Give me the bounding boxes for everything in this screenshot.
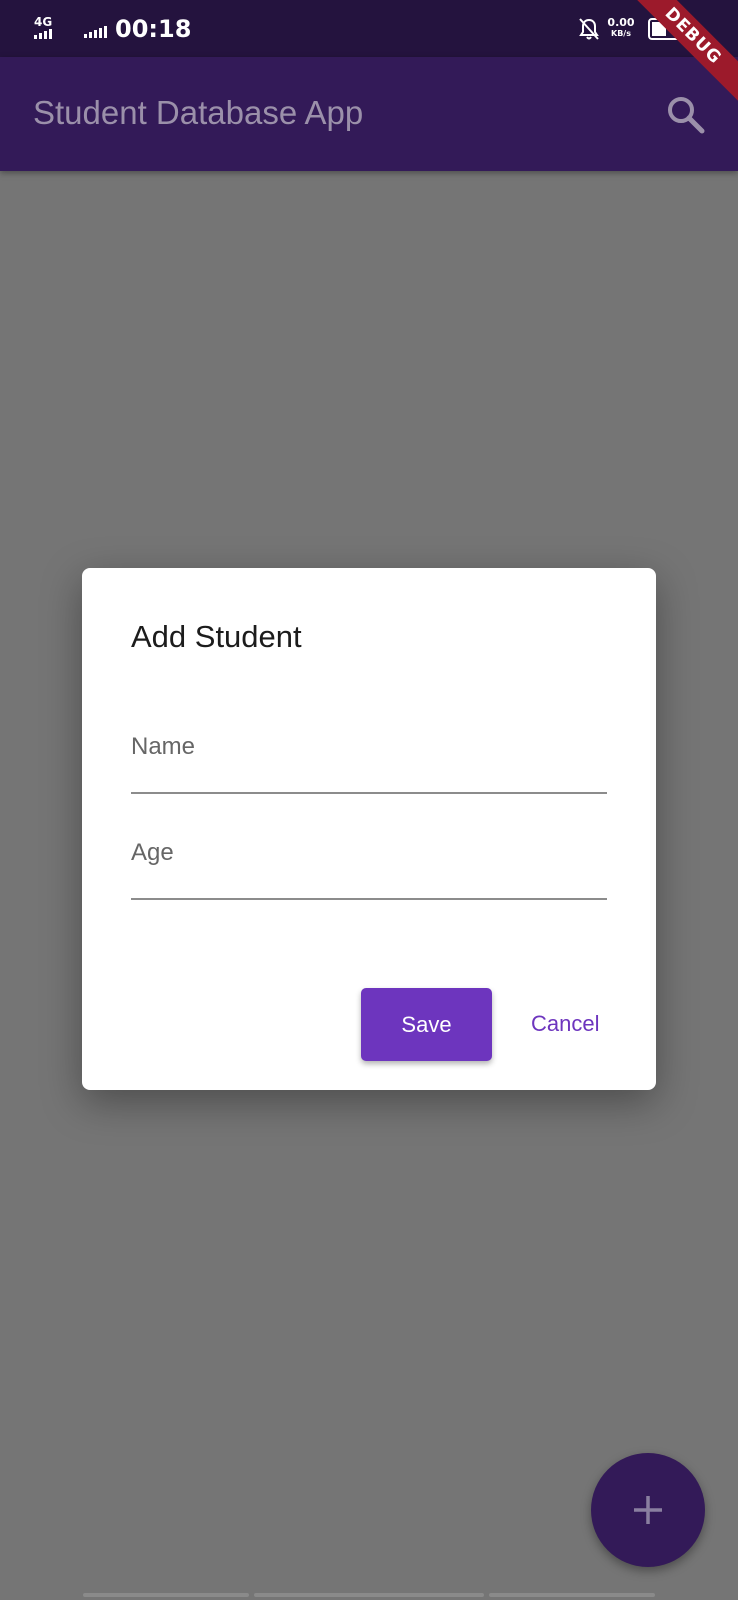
battery-icon (648, 18, 687, 40)
mobile-signal-4g: 4G (34, 16, 70, 42)
add-student-fab[interactable] (591, 1453, 705, 1567)
network-type: 4G (34, 15, 53, 29)
network-speed-unit: KB/s (611, 29, 631, 38)
app-bar: Student Database App (0, 57, 738, 171)
nav-segment (83, 1593, 249, 1597)
network-speed: 0.00 KB/s (606, 17, 636, 39)
nav-segment (254, 1593, 484, 1597)
plus-icon (634, 1496, 662, 1524)
status-bar: 4G 00:18 0.00 KB/s (0, 0, 738, 57)
bell-off-icon (579, 18, 599, 40)
cancel-button[interactable]: Cancel (531, 1006, 599, 1042)
network-speed-value: 0.00 (607, 16, 635, 29)
app-title: Student Database App (33, 94, 364, 131)
name-field-label: Name (131, 733, 196, 760)
status-time: 00:18 (115, 15, 192, 43)
add-student-dialog: Add Student Name Age Save Cancel (82, 568, 656, 1090)
signal-icon (34, 29, 52, 39)
search-icon[interactable] (664, 93, 708, 137)
save-button[interactable]: Save (361, 988, 492, 1061)
gesture-navigation-bar (0, 1592, 738, 1600)
name-field[interactable]: Name (131, 732, 607, 794)
signal-icon (84, 26, 107, 38)
nav-segment (489, 1593, 655, 1597)
age-field-label: Age (131, 839, 174, 866)
dialog-title: Add Student (131, 619, 302, 654)
age-field[interactable]: Age (131, 838, 607, 900)
